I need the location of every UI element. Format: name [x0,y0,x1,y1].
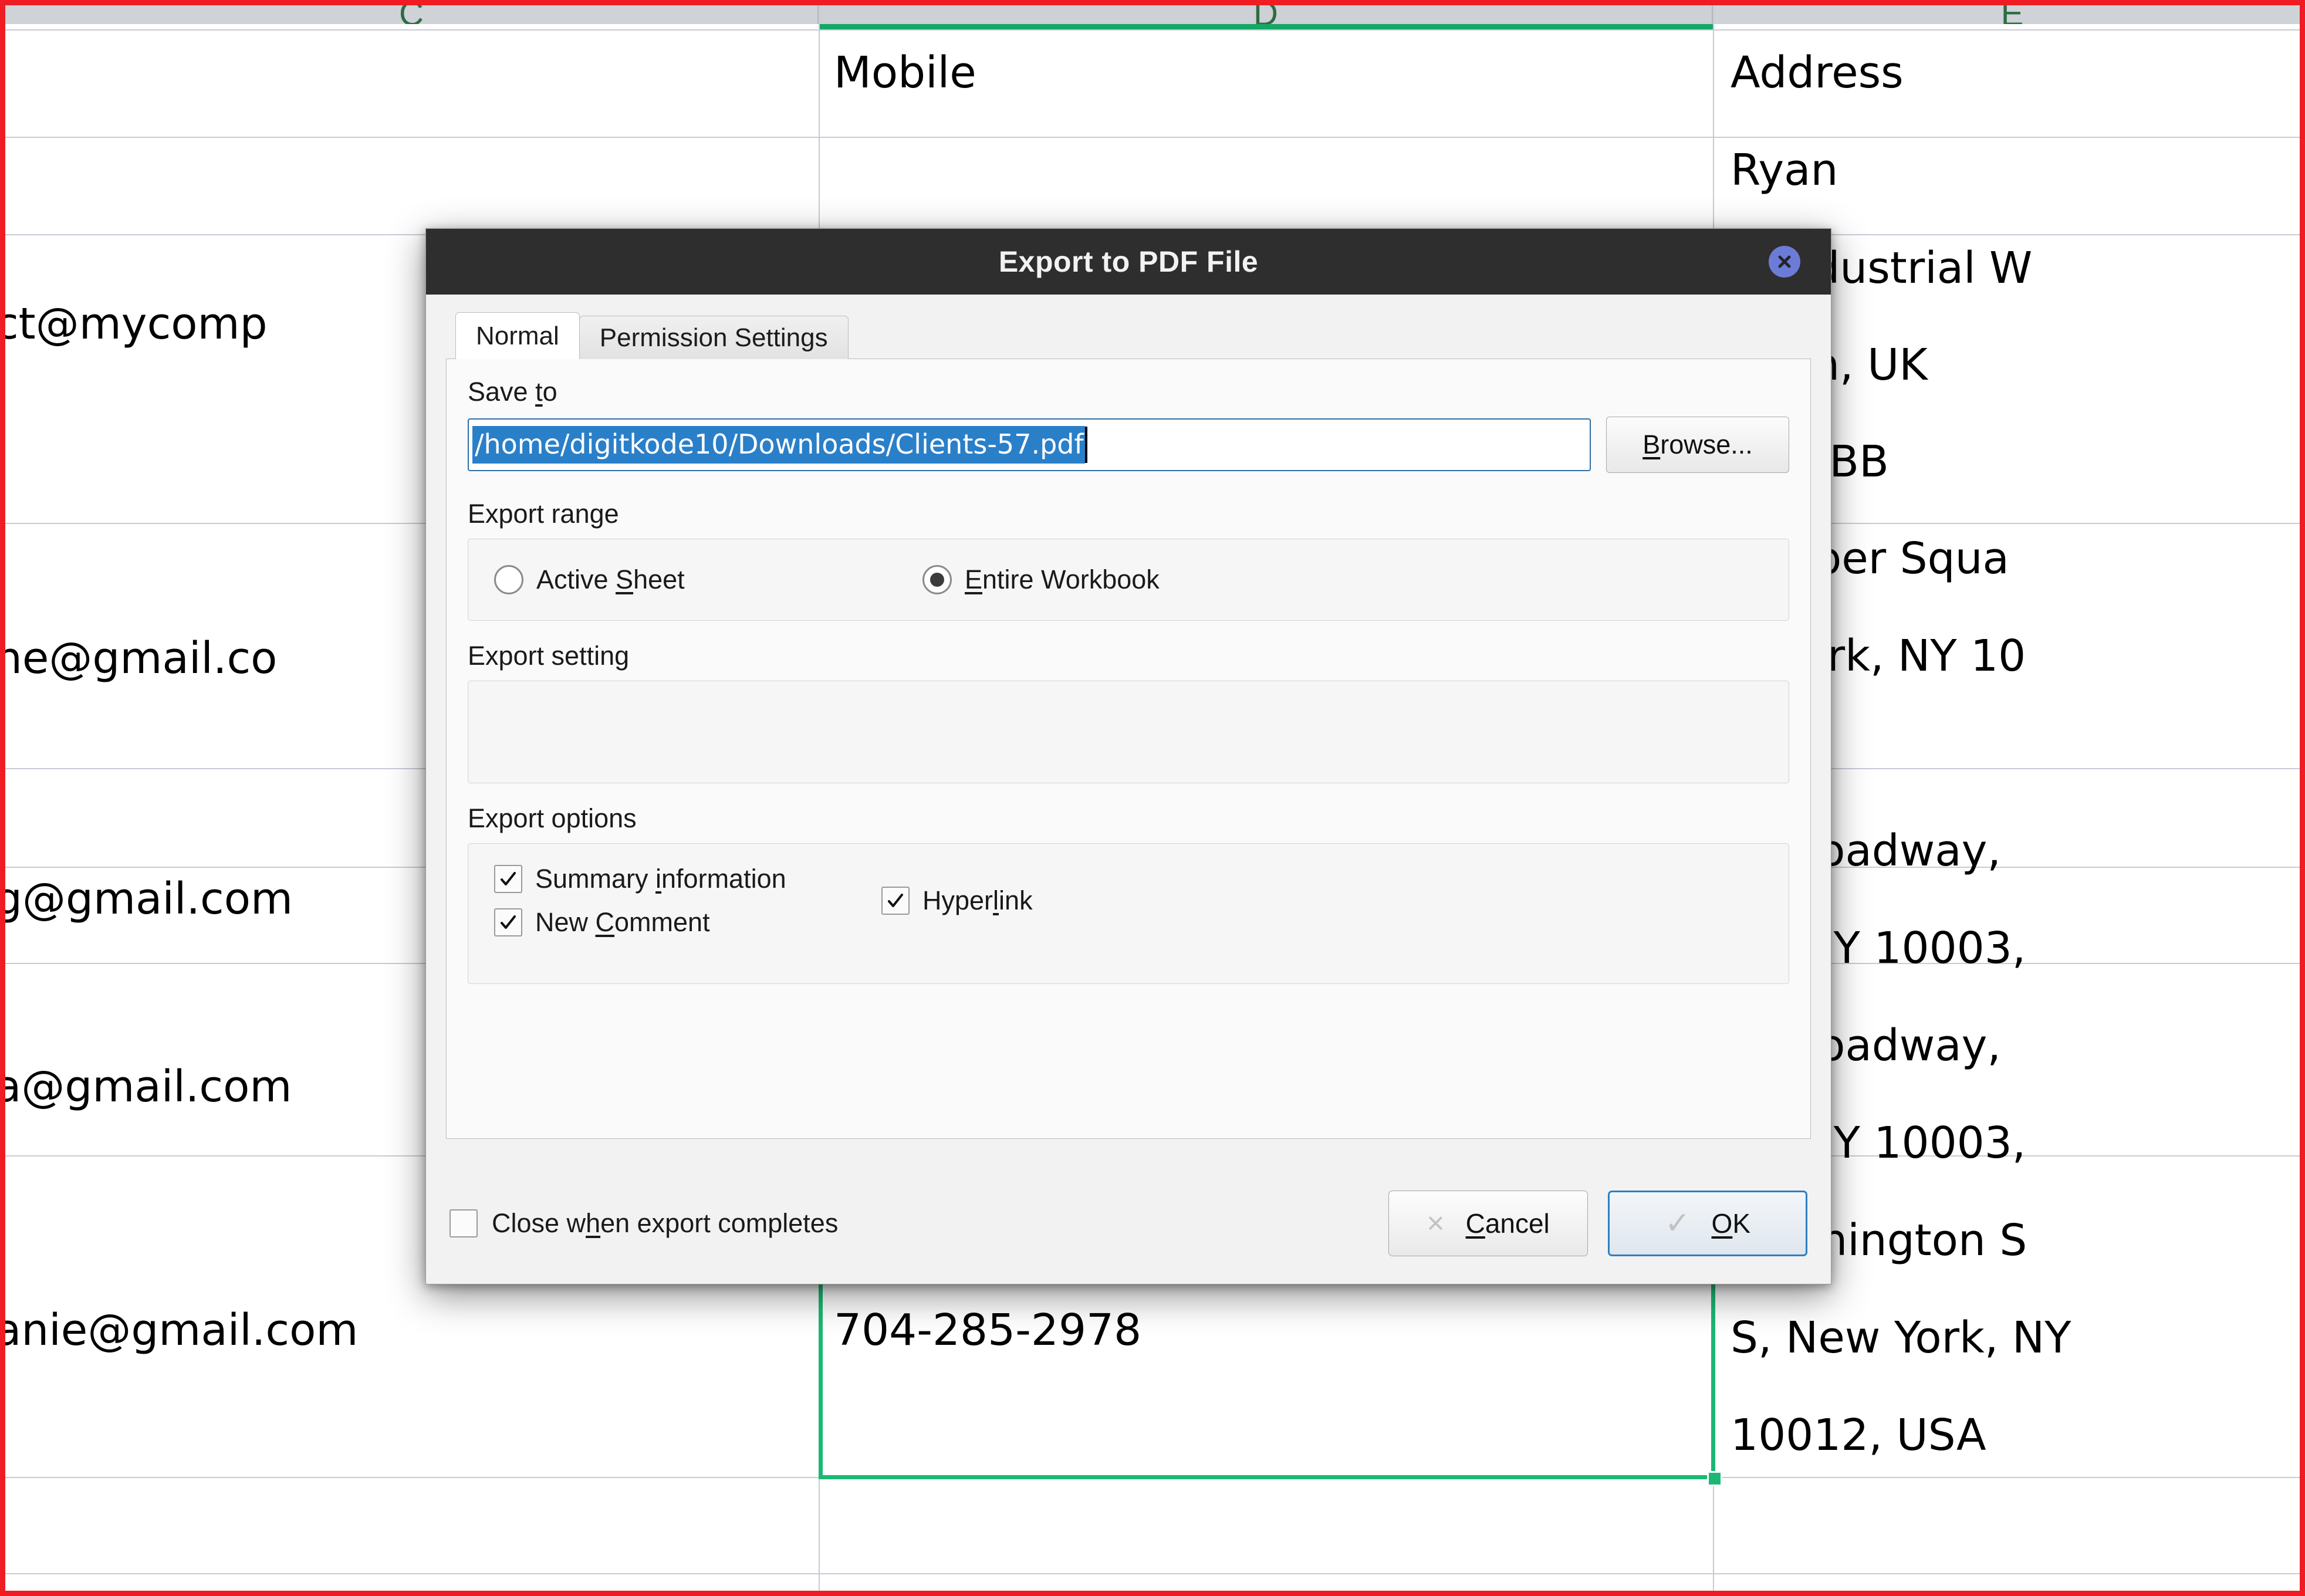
column-header-d[interactable]: D [820,5,1713,24]
save-to-label-mnemonic: t [535,377,543,407]
save-path-value: /home/digitkode10/Downloads/Clients-57.p… [472,426,1085,464]
cancel-x-icon: × [1427,1206,1445,1240]
text-caret [1084,427,1087,463]
dialog-title: Export to PDF File [998,245,1259,278]
grid-row-line [5,137,2300,138]
radio-entire-workbook-label: Entire Workbook [965,564,1160,594]
dialog-footer: Close when export completes × Cancel ✓ O… [446,1179,1811,1267]
dialog-action-buttons: × Cancel ✓ OK [1388,1191,1807,1256]
checkbox-new-comment-label: New Comment [535,907,710,937]
save-path-input[interactable]: /home/digitkode10/Downloads/Clients-57.p… [468,418,1591,471]
tab-permission-settings[interactable]: Permission Settings [579,316,849,359]
checkbox-hyperlink[interactable]: Hyperlink [881,885,1033,916]
export-options-label: Export options [468,803,637,833]
browse-button[interactable]: Browse... [1606,417,1789,473]
tab-panel-normal: Save to /home/digitkode10/Downloads/Clie… [446,359,1811,1139]
column-header-e-label: E [2001,5,2024,24]
checkbox-close-when-export-completes-box [449,1209,478,1237]
save-to-label-suffix: o [542,377,557,407]
export-setting-label: Export setting [468,641,630,671]
browse-button-mnemonic: B [1642,430,1661,459]
save-to-row: /home/digitkode10/Downloads/Clients-57.p… [468,417,1789,473]
cell-c-email-3[interactable]: g@gmail.com [5,874,293,924]
column-header-d-label: D [1253,5,1278,24]
ok-button-label: OK [1711,1208,1751,1239]
cell-e-line[interactable]: Ryan [1731,145,1838,195]
cancel-button-label: Cancel [1465,1208,1550,1239]
checkbox-summary-information-label: Summary information [535,864,786,894]
checkbox-close-when-export-completes[interactable]: Close when export completes [449,1208,838,1239]
grid-row-line [5,29,2300,31]
radio-active-sheet-indicator [494,565,523,594]
checkbox-close-when-export-completes-label: Close when export completes [492,1208,839,1238]
checkbox-summary-information[interactable]: Summary information [494,864,881,894]
checkbox-new-comment[interactable]: New Comment [494,907,881,938]
browse-button-label: rowse... [1660,430,1753,459]
close-icon[interactable] [1769,246,1800,278]
cell-d-phone[interactable]: 704-285-2978 [834,1305,1141,1355]
cell-c-email-1[interactable]: ct@mycomp [5,299,268,349]
export-range-panel: Active Sheet Entire Workbook [468,539,1789,621]
radio-entire-workbook[interactable]: Entire Workbook [922,564,1160,595]
dialog-tabs: Normal Permission Settings [446,311,1811,359]
cell-c-email-5[interactable]: anie@gmail.com [5,1305,358,1355]
export-options-row-1: Summary information New Comment Hyperlin… [494,864,1789,951]
ok-check-icon: ✓ [1664,1206,1691,1240]
export-setting-panel[interactable] [468,681,1789,783]
column-header-c[interactable]: C [5,5,819,24]
column-header-c-label: C [399,5,424,24]
dialog-body: Normal Permission Settings Save to /home… [426,295,1831,1284]
cell-e-line[interactable]: 10012, USA [1731,1410,1986,1460]
column-header-e[interactable]: E [1714,5,2300,24]
dialog-titlebar[interactable]: Export to PDF File [426,229,1831,295]
cell-e-header-address[interactable]: Address [1731,48,1904,98]
grid-row-line [5,1573,2300,1574]
ok-button[interactable]: ✓ OK [1608,1191,1807,1256]
grid-row-line [5,1477,2300,1478]
save-to-label-prefix: Save [468,377,536,407]
radio-active-sheet[interactable]: Active Sheet [494,564,922,595]
cell-c-email-4[interactable]: a@gmail.com [5,1061,292,1112]
cancel-button[interactable]: × Cancel [1388,1191,1588,1256]
export-range-label: Export range [468,499,619,529]
tab-permission-settings-label: Permission Settings [599,323,828,352]
checkbox-hyperlink-label: Hyperlink [922,885,1033,915]
export-to-pdf-dialog: Export to PDF File Normal Permission Set… [425,228,1831,1284]
checkbox-hyperlink-box [881,887,910,915]
cell-d-header-mobile[interactable]: Mobile [834,48,976,98]
radio-active-sheet-label: Active Sheet [536,564,685,594]
checkbox-summary-information-box [494,865,522,893]
save-to-label: Save to [468,377,1789,407]
checkbox-new-comment-box [494,908,522,936]
screenshot-frame: C D E ct@mycomp ne@gmail.co g@gmail.com … [0,0,2305,1596]
column-d-selection-underline [820,24,1714,29]
tab-normal[interactable]: Normal [455,312,580,359]
tab-normal-label: Normal [476,321,559,350]
cell-c-email-2[interactable]: ne@gmail.co [5,633,277,684]
cell-e-line[interactable]: S, New York, NY [1731,1313,2071,1363]
selection-fill-handle[interactable] [1707,1471,1722,1486]
export-options-panel: Summary information New Comment Hyperlin… [468,843,1789,984]
radio-entire-workbook-indicator [922,565,952,594]
